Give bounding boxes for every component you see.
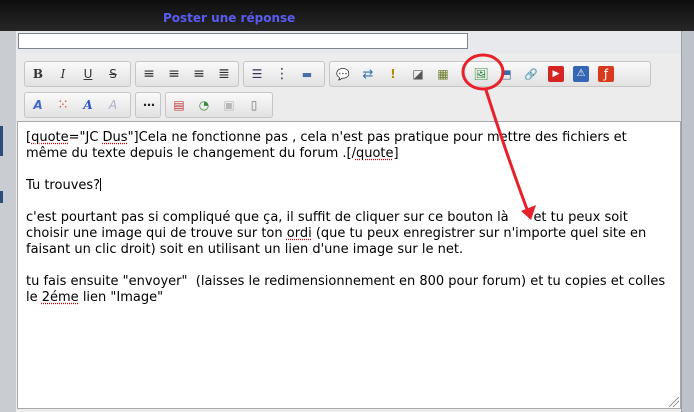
code-icon: ⇄ — [362, 66, 374, 82]
bullet-list-icon: ☰ — [251, 67, 263, 81]
numbered-list-button[interactable]: ⋮ — [272, 64, 292, 84]
message-content: [quote="JC Dus"]Cela ne fonctionne pas ,… — [26, 130, 671, 322]
source-view-button[interactable]: ▯ — [244, 95, 264, 115]
flash-button[interactable]: ⚠ — [571, 64, 591, 84]
align-right-icon: ≡ — [193, 66, 205, 82]
color-picker-button[interactable]: ⁙ — [53, 95, 73, 115]
subject-input[interactable] — [18, 33, 468, 49]
left-panel-marker — [0, 191, 3, 203]
resize-grip[interactable] — [669, 397, 679, 407]
time-button[interactable]: ◔ — [194, 95, 214, 115]
text-segment: lien "Image" — [78, 290, 164, 305]
text-caret — [100, 178, 102, 191]
right-scrollbar[interactable] — [681, 31, 694, 412]
align-left-button[interactable]: ≡ — [139, 64, 159, 84]
message-paragraph: tu fais ensuite "envoyer" (laisses le re… — [26, 274, 671, 306]
justify-icon: ≣ — [218, 66, 230, 82]
left-panel-edge — [0, 31, 17, 412]
strikethrough-button[interactable]: S — [103, 64, 123, 84]
bold-button[interactable]: B — [28, 64, 48, 84]
insert-image-icon: 🖼 — [473, 67, 489, 81]
font-size-button[interactable]: A — [28, 95, 48, 115]
quote-button[interactable]: 💬 — [333, 64, 353, 84]
misspelled-word: ordi — [286, 226, 312, 241]
hide-icon: ◪ — [412, 67, 424, 81]
date-icon: ▤ — [173, 98, 185, 112]
flash-player-icon: ƒ — [598, 66, 614, 82]
upload-image-button[interactable]: ⬒ — [496, 64, 516, 84]
numbered-list-icon: ⋮ — [275, 66, 289, 82]
paste-icon: ▣ — [223, 98, 235, 112]
horizontal-rule-button[interactable]: ▬ — [297, 64, 317, 84]
align-left-icon: ≡ — [143, 66, 155, 82]
font-family-button[interactable]: A — [78, 95, 98, 115]
left-panel-marker — [0, 126, 3, 156]
italic-button[interactable]: I — [53, 64, 73, 84]
insert-image-button[interactable]: 🖼 — [471, 64, 491, 84]
table-button[interactable]: ▦ — [433, 64, 453, 84]
font-family-icon: A — [83, 98, 93, 112]
hide-button[interactable]: ◪ — [408, 64, 428, 84]
horizontal-rule-icon: ▬ — [301, 67, 313, 81]
underline-icon: U — [83, 67, 93, 81]
youtube-button[interactable]: ▶ — [546, 64, 566, 84]
misspelled-word: quote — [355, 146, 394, 161]
text-segment: ] — [393, 146, 399, 161]
window-title: Poster une réponse — [163, 11, 296, 25]
message-paragraph: [quote="JC Dus"]Cela ne fonctionne pas ,… — [26, 130, 671, 162]
strikethrough-icon: S — [109, 67, 117, 81]
upload-image-icon: ⬒ — [500, 67, 512, 81]
more-options-icon: ⋯ — [143, 98, 155, 112]
spoiler-icon: ! — [390, 67, 396, 81]
align-center-button[interactable]: ≡ — [164, 64, 184, 84]
source-view-icon: ▯ — [250, 98, 258, 112]
misspelled-word: quote — [31, 130, 69, 145]
underline-button[interactable]: U — [78, 64, 98, 84]
color-picker-icon: ⁙ — [57, 97, 69, 113]
flash-player-button[interactable]: ƒ — [596, 64, 616, 84]
time-icon: ◔ — [198, 98, 210, 112]
remove-format-button[interactable]: A — [103, 95, 123, 115]
date-button[interactable]: ▤ — [169, 95, 189, 115]
align-center-icon: ≡ — [168, 66, 180, 82]
code-button[interactable]: ⇄ — [358, 64, 378, 84]
text-segment: Tu trouves? — [26, 178, 101, 193]
message-textarea[interactable]: [quote="JC Dus"]Cela ne fonctionne pas ,… — [17, 121, 681, 409]
spoiler-button[interactable]: ! — [383, 64, 403, 84]
bullet-list-button[interactable]: ☰ — [247, 64, 267, 84]
justify-button[interactable]: ≣ — [214, 64, 234, 84]
bold-icon: B — [32, 67, 44, 81]
flash-icon: ⚠ — [573, 66, 589, 82]
align-right-button[interactable]: ≡ — [189, 64, 209, 84]
insert-link-icon: 🔗 — [524, 67, 538, 81]
remove-format-icon: A — [108, 98, 118, 112]
window-titlebar: Poster une réponse — [0, 0, 694, 31]
italic-icon: I — [60, 67, 66, 81]
youtube-icon: ▶ — [548, 66, 564, 82]
more-options-button[interactable]: ⋯ — [139, 95, 159, 115]
table-icon: ▦ — [437, 67, 449, 81]
misspelled-word: 2éme — [41, 290, 79, 305]
font-size-icon: A — [33, 98, 43, 112]
paste-button[interactable]: ▣ — [219, 95, 239, 115]
insert-link-button[interactable]: 🔗 — [521, 64, 541, 84]
message-paragraph: Tu trouves? — [26, 178, 671, 194]
misspelled-word: Dus — [102, 130, 128, 145]
message-paragraph: c'est pourtant pas si compliqué que ça, … — [26, 210, 671, 258]
text-segment: ="JC — [68, 130, 103, 145]
quote-icon: 💬 — [336, 67, 350, 81]
